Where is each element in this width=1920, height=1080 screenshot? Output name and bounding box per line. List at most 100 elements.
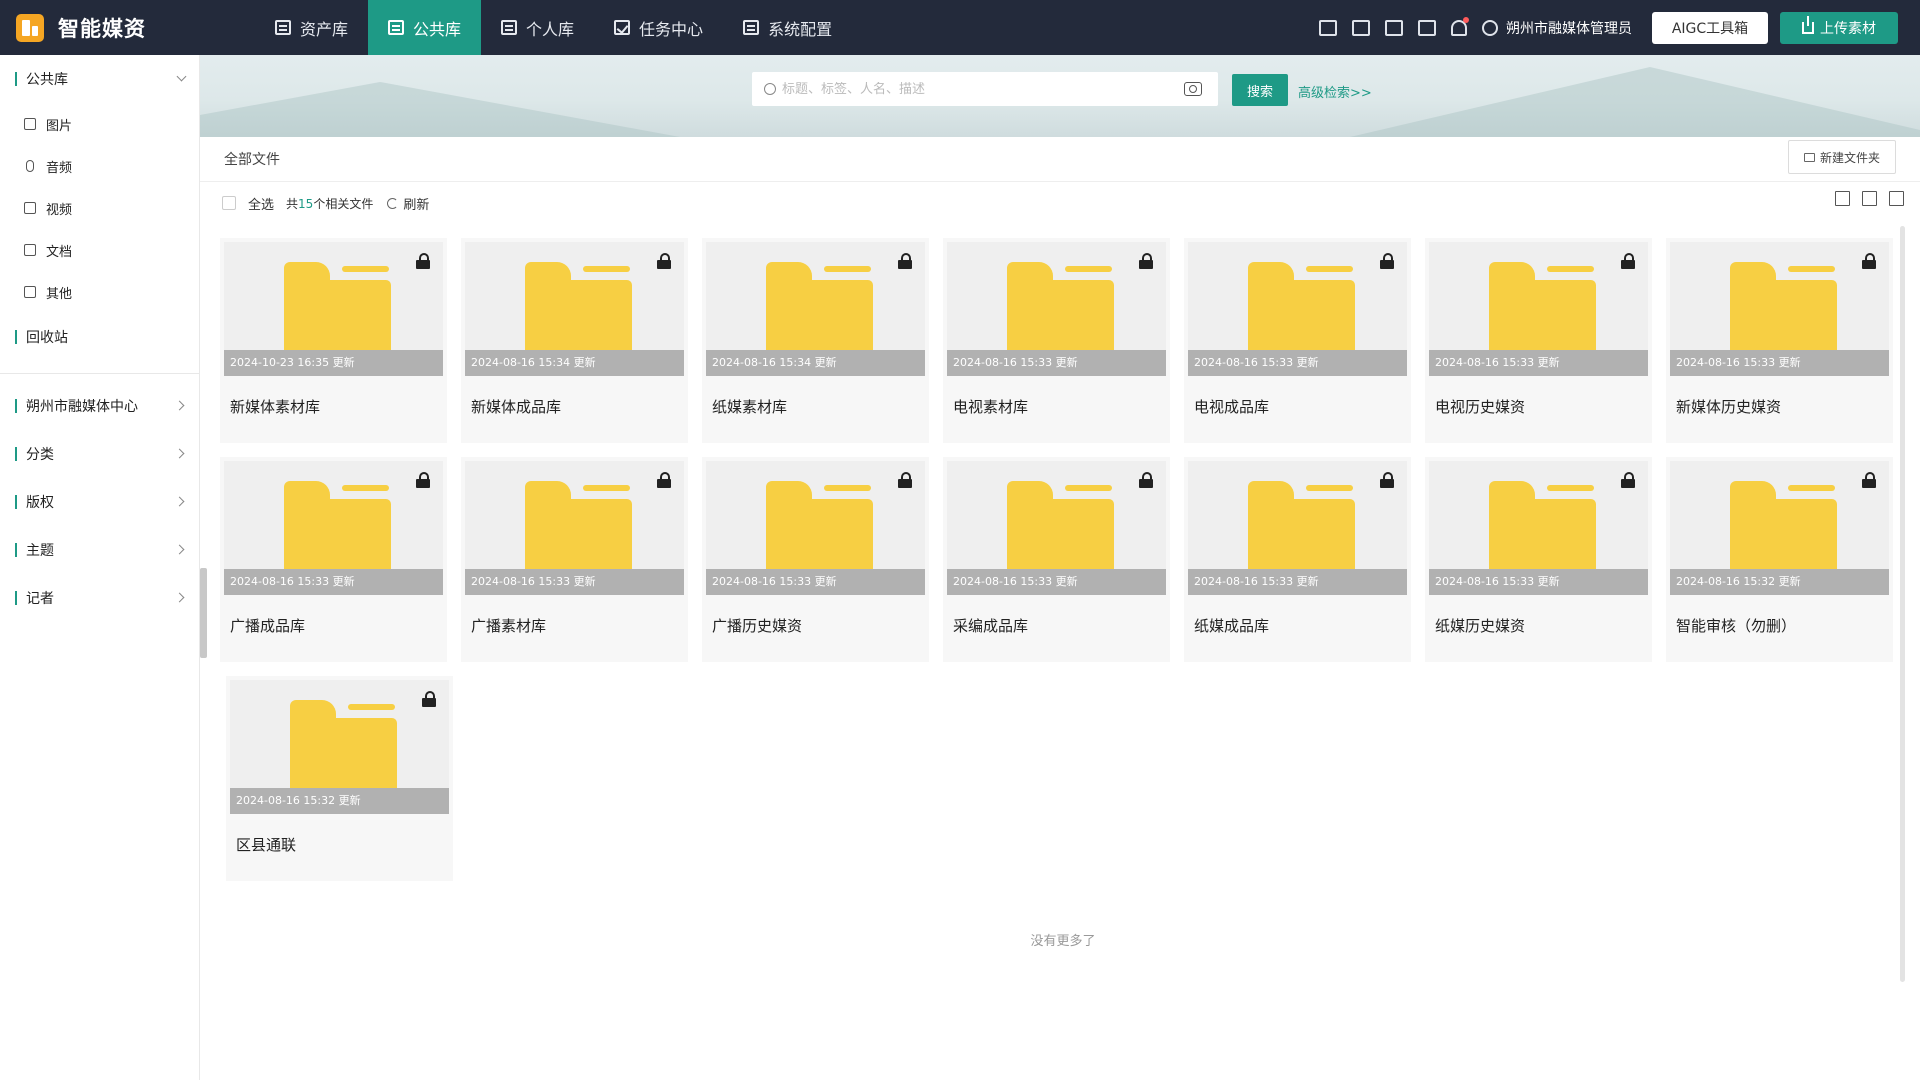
lock-icon [898, 253, 912, 269]
tab-public-library[interactable]: 公共库 [368, 0, 482, 55]
folder-updated-time: 2024-08-16 15:34 更新 [465, 350, 684, 376]
folder-card[interactable]: 2024-08-16 15:33 更新 广播成品库 [220, 457, 447, 662]
view-switcher [1823, 191, 1904, 206]
folder-updated-time: 2024-10-23 16:35 更新 [224, 350, 443, 376]
sort-icon[interactable] [1835, 191, 1850, 206]
upload-label: 上传素材 [1820, 20, 1876, 37]
folder-thumbnail: 2024-10-23 16:35 更新 [224, 242, 443, 376]
folder-icon [1730, 262, 1837, 354]
lock-icon [416, 253, 430, 269]
sidebar-item-audio[interactable]: 音频 [0, 145, 199, 187]
document-icon [24, 244, 36, 256]
search-button[interactable]: 搜索 [1232, 74, 1288, 106]
lock-icon [1621, 253, 1635, 269]
brand[interactable]: 智能媒资 [0, 0, 255, 55]
lock-icon [1862, 472, 1876, 488]
tab-personal-library[interactable]: 个人库 [481, 0, 594, 55]
folder-card[interactable]: 2024-08-16 15:33 更新 电视成品库 [1184, 238, 1411, 443]
advanced-search-link[interactable]: 高级检索>> [1298, 82, 1372, 101]
select-all-checkbox[interactable] [222, 196, 236, 210]
folder-name: 广播素材库 [471, 617, 547, 635]
folder-thumbnail: 2024-08-16 15:34 更新 [465, 242, 684, 376]
select-all-label[interactable]: 全选 [248, 194, 274, 213]
upload-material-button[interactable]: 上传素材 [1780, 11, 1898, 44]
folder-card[interactable]: 2024-08-16 15:32 更新区县通联 [226, 676, 453, 881]
sidebar-item-images[interactable]: 图片 [0, 103, 199, 145]
folder-thumbnail: 2024-08-16 15:33 更新 [947, 242, 1166, 376]
grid-view-icon[interactable] [1889, 191, 1904, 206]
sidebar-group-copyright[interactable]: 版权 [0, 478, 199, 526]
folder-name: 新媒体素材库 [230, 398, 321, 416]
folder-name: 纸媒历史媒资 [1435, 617, 1526, 635]
tab-asset-library[interactable]: 资产库 [255, 0, 368, 55]
camera-icon[interactable] [1184, 82, 1202, 96]
layers-icon [24, 286, 36, 298]
microphone-icon [26, 160, 34, 172]
folder-updated-time: 2024-08-16 15:33 更新 [947, 350, 1166, 376]
folder-card[interactable]: 2024-08-16 15:33 更新 电视历史媒资 [1425, 238, 1652, 443]
folder-card[interactable]: 2024-08-16 15:33 更新 广播历史媒资 [702, 457, 929, 662]
tab-task-center[interactable]: 任务中心 [594, 0, 723, 55]
sidebar-item-label: 文档 [46, 244, 73, 260]
folder-card[interactable]: 2024-08-16 15:33 更新 电视素材库 [943, 238, 1170, 443]
refresh-icon[interactable] [387, 197, 399, 209]
user-icon [1482, 19, 1498, 36]
sidebar-group-reporter[interactable]: 记者 [0, 574, 199, 622]
folder-thumbnail: 2024-08-16 15:33 更新 [1429, 461, 1648, 595]
main-nav-tabs: 资产库 公共库 个人库 任务中心 系统配置 [255, 0, 852, 55]
folder-card[interactable]: 2024-08-16 15:33 更新 新媒体历史媒资 [1666, 238, 1893, 443]
folder-name: 区县通联 [236, 836, 297, 854]
new-folder-button[interactable]: 新建文件夹 [1788, 140, 1896, 174]
user-name[interactable]: 朔州市融媒体管理员 [1506, 18, 1632, 38]
folder-card[interactable]: 2024-08-16 15:33 更新纸媒历史媒资 [1425, 457, 1652, 662]
sidebar-item-documents[interactable]: 文档 [0, 229, 199, 271]
refresh-label[interactable]: 刷新 [403, 194, 429, 213]
tab-system-config[interactable]: 系统配置 [723, 0, 852, 55]
folder-card[interactable]: 2024-08-16 15:32 更新 智能审核（勿删） [1666, 457, 1893, 662]
chevron-right-icon [174, 448, 185, 459]
folder-card[interactable]: 2024-08-16 15:34 更新 纸媒素材库 [702, 238, 929, 443]
content-scrollbar[interactable] [1900, 226, 1905, 982]
settings-monitor-icon [743, 20, 760, 35]
search-input[interactable] [782, 81, 1182, 97]
folder-thumbnail: 2024-08-16 15:33 更新 [947, 461, 1166, 595]
folder-thumbnail: 2024-08-16 15:32 更新 [230, 680, 449, 814]
folder-card[interactable]: 2024-08-16 15:33 更新 广播素材库 [461, 457, 688, 662]
chart-icon[interactable] [1352, 19, 1370, 36]
sidebar-item-other[interactable]: 其他 [0, 271, 199, 313]
sidebar-collapse-handle[interactable] [200, 568, 207, 658]
list-view-icon[interactable] [1862, 191, 1877, 206]
sidebar-group-topic[interactable]: 主题 [0, 526, 199, 574]
folder-name: 采编成品库 [953, 617, 1029, 635]
folder-icon [1007, 262, 1114, 354]
folder-icon [1730, 481, 1837, 573]
folder-icon [1489, 262, 1596, 354]
upload-icon [1802, 15, 1814, 34]
aigc-toolbox-button[interactable]: AIGC工具箱 [1652, 11, 1768, 44]
folder-card[interactable]: 2024-08-16 15:33 更新采编成品库 [943, 457, 1170, 662]
sidebar-group-media-center[interactable]: 朔州市融媒体中心 [0, 382, 199, 430]
folder-image-icon [388, 20, 405, 35]
sidebar-item-video[interactable]: 视频 [0, 187, 199, 229]
calendar-check-icon[interactable] [1319, 19, 1337, 36]
tab-label: 个人库 [526, 19, 575, 39]
folder-updated-time: 2024-08-16 15:34 更新 [706, 350, 925, 376]
folder-thumbnail: 2024-08-16 15:33 更新 [1188, 242, 1407, 376]
sidebar-item-recycle-bin[interactable]: 回收站 [0, 313, 199, 361]
folder-card[interactable]: 2024-08-16 15:34 更新 新媒体成品库 [461, 238, 688, 443]
folder-card[interactable]: 2024-08-16 15:33 更新 纸媒成品库 [1184, 457, 1411, 662]
folder-updated-time: 2024-08-16 15:33 更新 [1670, 350, 1889, 376]
lock-icon [422, 691, 436, 707]
folder-card[interactable]: 2024-10-23 16:35 更新新媒体素材库 [220, 238, 447, 443]
folder-updated-time: 2024-08-16 15:32 更新 [1670, 569, 1889, 595]
shirt-icon[interactable] [1418, 19, 1436, 36]
sidebar-group-category[interactable]: 分类 [0, 430, 199, 478]
folder-updated-time: 2024-08-16 15:33 更新 [1188, 350, 1407, 376]
breadcrumb[interactable]: 全部文件 [224, 149, 280, 169]
sidebar-item-label: 音频 [46, 160, 73, 176]
bell-icon[interactable] [1451, 16, 1469, 36]
sidebar-group-public-library[interactable]: 公共库 [0, 55, 199, 103]
folder-icon [1248, 262, 1355, 354]
grid-icon[interactable] [1385, 19, 1403, 36]
app-logo-icon [16, 13, 44, 42]
